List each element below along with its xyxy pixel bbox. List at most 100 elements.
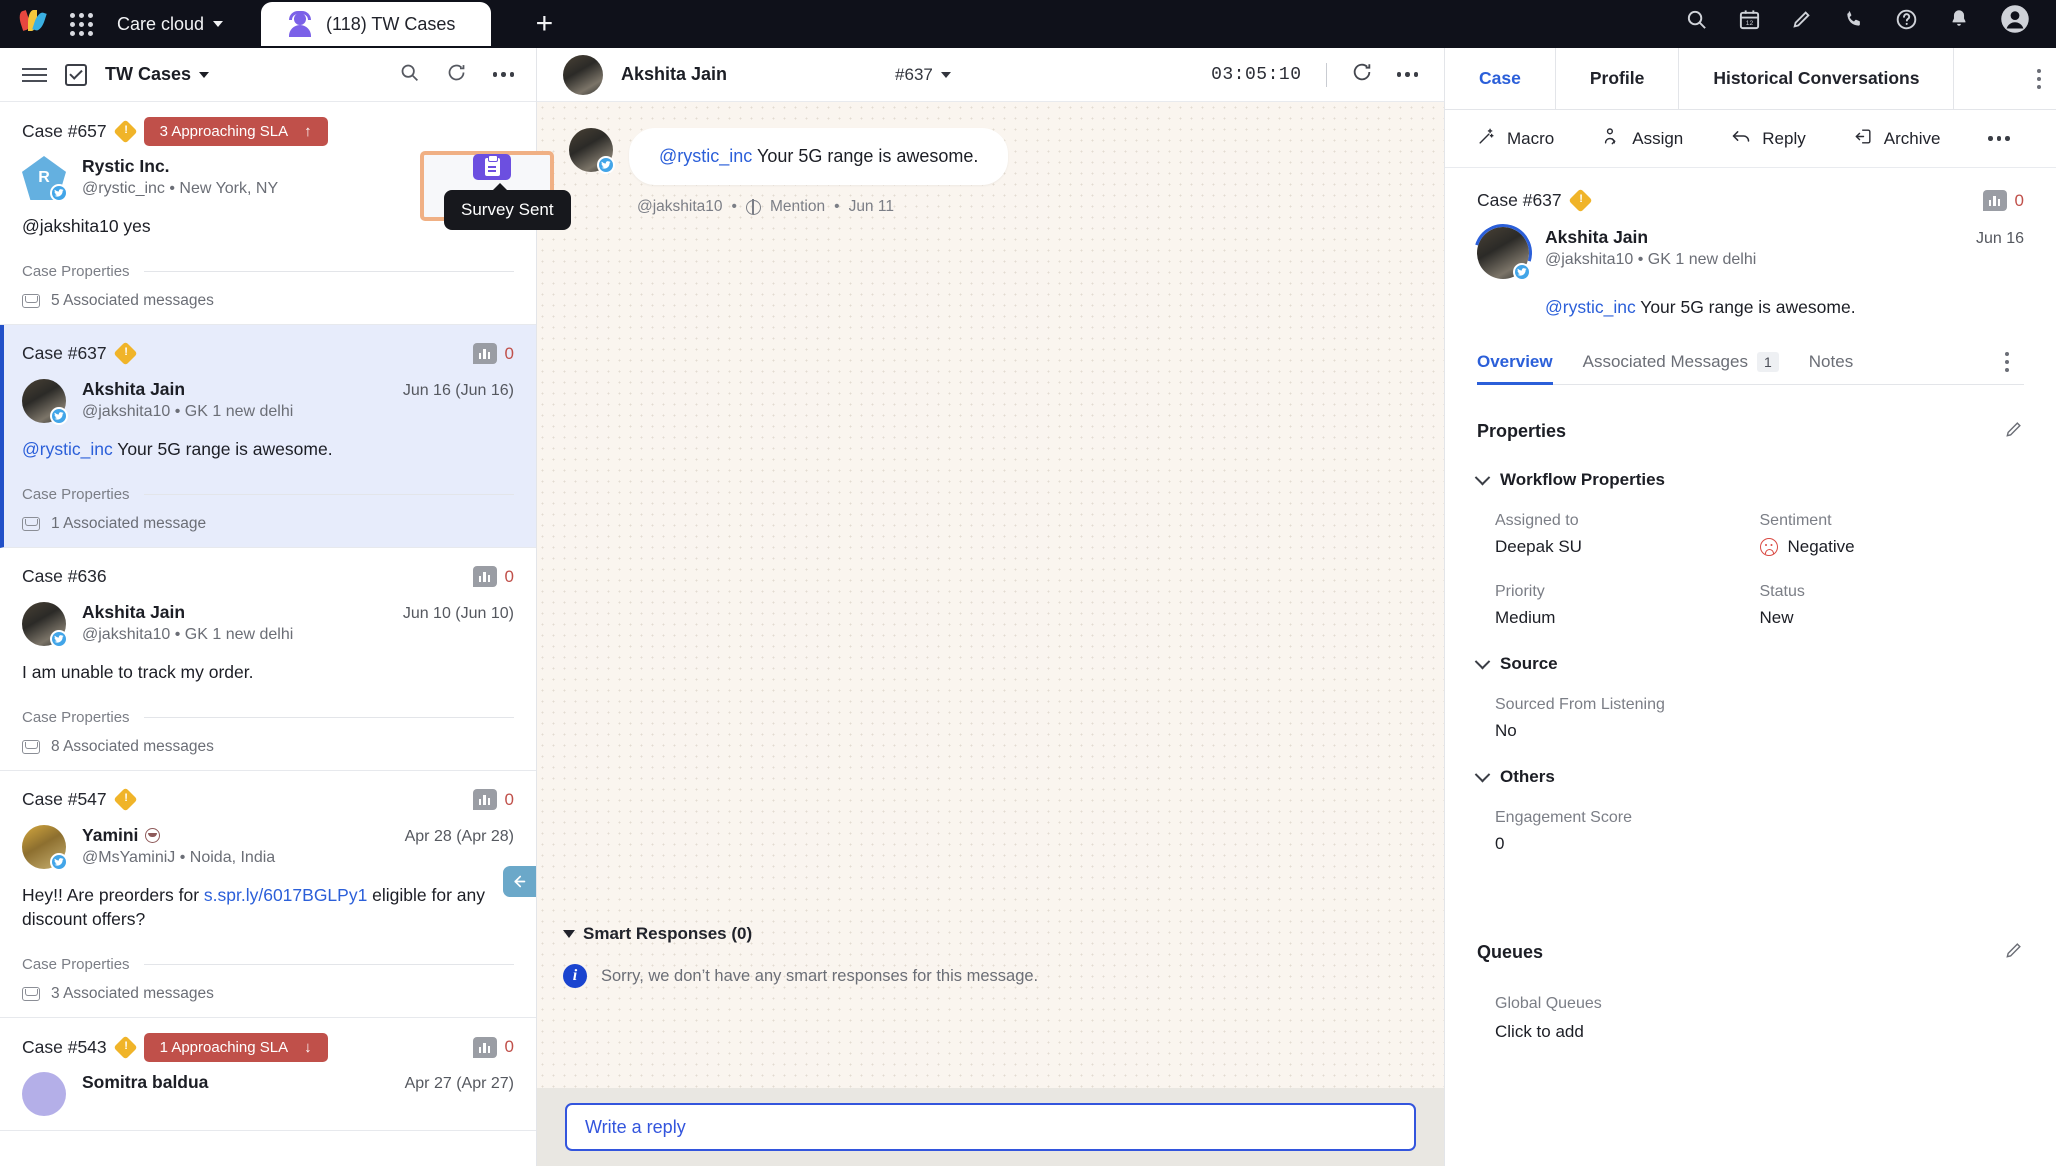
envelope-icon [22,739,40,754]
panel-more-icon[interactable] [2022,48,2056,109]
group-others[interactable]: Others [1474,766,2024,787]
associated-messages-row: 5 Associated messages [22,292,514,310]
field-value[interactable]: Medium [1495,608,1760,628]
collapse-panel-button[interactable] [503,866,536,897]
case-name-row: Somitra baldua Apr 27 (Apr 27) [82,1072,514,1093]
workspace-selector[interactable]: Care cloud [117,14,224,35]
case-message: @rystic_inc Your 5G range is awesome. [22,437,514,462]
associated-messages-row: 3 Associated messages [22,985,514,1003]
twitter-badge-icon [50,629,68,648]
priority-diamond-icon [113,341,138,366]
case-properties-label: Case Properties [22,485,130,503]
phone-icon[interactable] [1843,8,1865,30]
conversation-refresh-icon[interactable] [1351,61,1373,88]
case-list[interactable]: Case #657 3 Approaching SLA ↑ R [0,102,536,1166]
list-item[interactable]: Case #543 1 Approaching SLA ↓ 0 [0,1018,536,1132]
archive-button[interactable]: Archive [1854,127,1940,151]
field-value-wrap[interactable]: Negative [1759,537,2025,557]
associated-messages-count: 3 Associated messages [51,985,214,1003]
survey-icon-chip[interactable] [473,154,511,180]
divider [143,964,514,966]
select-all-checkbox[interactable] [65,63,87,86]
case-more-actions-icon[interactable] [1988,136,2010,141]
contact-name: Somitra baldua [82,1072,209,1093]
list-more-icon[interactable] [492,72,514,77]
app-grid-icon[interactable] [70,12,93,36]
top-bar-left: Care cloud (118) TW Cases + [0,0,573,48]
edit-pencil-icon[interactable] [2004,940,2024,965]
case-header: Case #547 0 [22,787,514,813]
conversation-header-actions: 03:05:10 [1211,61,1418,88]
edit-pencil-icon[interactable] [2004,419,2024,444]
field-value[interactable]: 0 [1495,834,1760,854]
source-fields: Sourced From Listening No [1477,696,2024,741]
search-icon[interactable] [1685,8,1708,31]
tab-historical-conversations[interactable]: Historical Conversations [1679,48,1955,109]
queues-section-title: Queues [1477,940,2024,965]
list-item[interactable]: Case #637 0 [0,324,536,548]
status-badge[interactable]: 3 Approaching SLA ↑ [143,116,328,146]
help-icon[interactable] [1895,8,1918,31]
tab-profile[interactable]: Profile [1556,48,1680,109]
contact-name: Akshita Jain [82,601,186,622]
status-badge[interactable]: 1 Approaching SLA ↓ [143,1032,328,1062]
case-body: Yamini Apr 28 (Apr 28) @MsYaminiJ • Noid… [22,824,514,871]
twitter-badge-icon [597,156,615,174]
list-item[interactable]: Case #636 0 Akshita Jain Jun 10 (Jun 10)… [0,547,536,771]
field-value[interactable]: New [1760,608,2025,628]
case-list-title-dropdown[interactable]: TW Cases [105,64,210,85]
global-queues-value[interactable]: Click to add [1477,1022,2024,1042]
account-avatar-icon[interactable] [2000,4,2030,34]
field-sentiment: Sentiment Negative [1759,512,2025,557]
message-link[interactable]: s.spr.ly/6017BGLPy1 [204,885,367,905]
conversation-more-icon[interactable] [1396,72,1418,77]
avatar-progress-ring [1463,213,1543,293]
case-id: Case #657 [22,120,107,141]
list-item[interactable]: Case #547 0 [0,770,536,1019]
reply-button[interactable]: Reply [1731,126,1806,151]
chart-bars-icon [472,343,497,365]
macro-button[interactable]: Macro [1477,127,1554,151]
tab-overview-label: Overview [1477,352,1553,371]
case-id: Case #637 [22,343,107,364]
new-tab-button[interactable]: + [515,2,573,46]
smart-responses-toggle[interactable]: Smart Responses (0) [563,924,1418,944]
mention-link[interactable]: @rystic_inc [22,439,113,459]
contact-handle: @jakshita10 • GK 1 new delhi [82,625,294,643]
calendar-icon[interactable]: 12 [1738,8,1761,31]
case-message-text: @jakshita10 yes [22,216,151,236]
case-properties-divider: Case Properties [22,486,514,503]
others-fields: Engagement Score 0 [1477,809,2024,854]
reply-input[interactable]: Write a reply [565,1103,1416,1151]
chart-bars-icon [472,789,497,811]
compose-pencil-icon[interactable] [1791,8,1813,30]
properties-title-text: Properties [1477,421,1567,441]
tab-associated-messages[interactable]: Associated Messages 1 [1583,352,1779,384]
tab-tw-cases[interactable]: (118) TW Cases [261,2,492,46]
bell-icon[interactable] [1948,8,1970,30]
subtabs-more-icon[interactable] [1990,352,2024,384]
field-value[interactable]: Deepak SU [1495,537,1760,557]
conversation-case-selector[interactable]: #637 [895,65,951,85]
assign-button[interactable]: Assign [1602,127,1683,151]
globe-icon [745,198,761,215]
list-search-icon[interactable] [399,62,420,88]
tab-overview[interactable]: Overview [1477,352,1553,385]
mention-link[interactable]: @rystic_inc [1545,297,1636,317]
mention-link[interactable]: @rystic_inc [659,146,752,166]
conversation-thread: @rystic_inc Your 5G range is awesome. @j… [537,102,1444,1088]
case-details-panel: Case Profile Historical Conversations Ma… [1445,48,2056,1166]
tab-case[interactable]: Case [1445,48,1556,109]
envelope-icon [22,987,40,1002]
field-value[interactable]: No [1495,721,1760,741]
group-source[interactable]: Source [1474,653,2024,674]
menu-icon[interactable] [22,67,47,82]
associated-messages-row: 8 Associated messages [22,738,514,756]
group-workflow-properties[interactable]: Workflow Properties [1474,469,2024,490]
list-refresh-icon[interactable] [446,62,467,88]
avatar [22,824,68,871]
tab-notes[interactable]: Notes [1809,352,1853,384]
sla-arrow-icon: ↑ [304,122,312,140]
case-info: Yamini Apr 28 (Apr 28) @MsYaminiJ • Noid… [82,825,514,869]
field-label: Engagement Score [1495,809,1632,826]
